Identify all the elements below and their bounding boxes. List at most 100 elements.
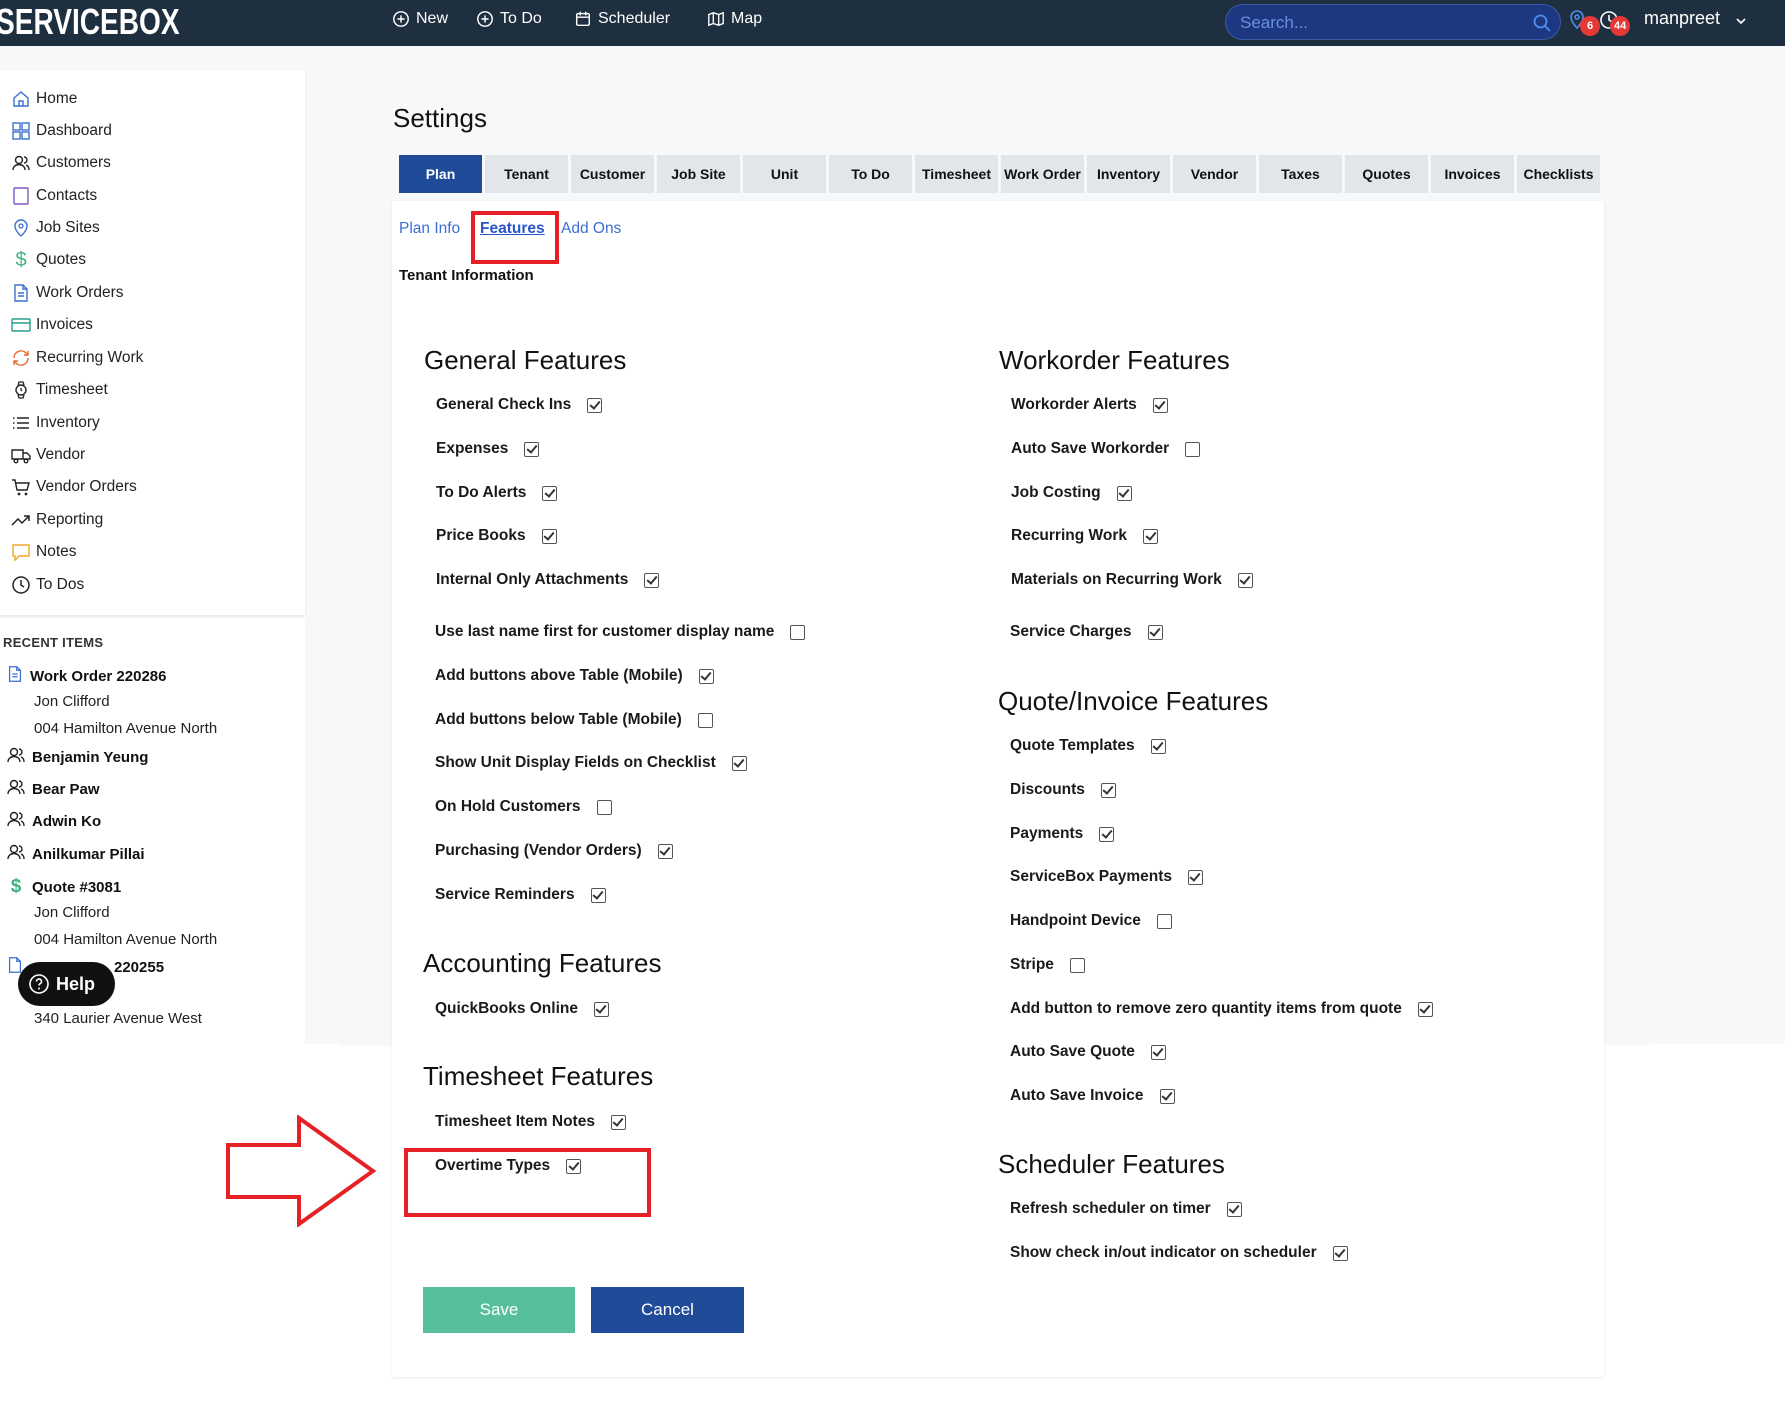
feature-checkbox[interactable] [1150, 738, 1166, 754]
tab-quotes[interactable]: Quotes [1345, 155, 1428, 193]
cancel-button[interactable]: Cancel [591, 1287, 744, 1333]
recent-item[interactable]: Benjamin Yeung [6, 745, 148, 769]
feature-checkbox[interactable] [1143, 528, 1158, 544]
question-circle-icon [29, 974, 49, 994]
tab-inventory[interactable]: Inventory [1087, 155, 1170, 193]
feature-checkbox[interactable] [1099, 826, 1115, 842]
tab-taxes[interactable]: Taxes [1259, 155, 1342, 193]
feature-label: Handpoint Device [1010, 912, 1141, 929]
feature-servicebox-payments: ServiceBox Payments [1010, 867, 1203, 887]
sidebar-item-vendor-orders[interactable]: Vendor Orders [10, 474, 137, 500]
sidebar-item-invoices[interactable]: Invoices [10, 312, 93, 338]
feature-service-reminders: Service Reminders [435, 885, 606, 905]
recent-item[interactable]: Anilkumar Pillai [6, 842, 145, 866]
recent-item-label: Anilkumar Pillai [32, 845, 145, 863]
feature-checkbox[interactable] [1159, 1088, 1175, 1104]
feature-auto-save-invoice: Auto Save Invoice [1010, 1086, 1175, 1106]
feature-checkbox[interactable] [1100, 782, 1116, 798]
feature-auto-save-quote: Auto Save Quote [1010, 1042, 1166, 1062]
sidebar-item-contacts[interactable]: Contacts [10, 183, 97, 209]
feature-label: Purchasing (Vendor Orders) [435, 842, 642, 859]
tab-timesheet[interactable]: Timesheet [915, 155, 998, 193]
todo-button[interactable]: To Do [476, 8, 542, 30]
feature-last-name-first: Use last name first for customer display… [435, 622, 806, 642]
help-button[interactable]: Help [18, 962, 115, 1006]
tab-vendor[interactable]: Vendor [1173, 155, 1256, 193]
feature-checkbox[interactable] [593, 1001, 609, 1017]
sidebar-item-dashboard[interactable]: Dashboard [10, 118, 112, 144]
sidebar-item-home[interactable]: Home [10, 86, 77, 112]
feature-checkbox[interactable] [541, 528, 557, 544]
search-input[interactable] [1240, 10, 1520, 36]
recent-item[interactable]: Adwin Ko [6, 809, 101, 833]
feature-checkbox[interactable] [790, 624, 806, 640]
sidebar-item-customers[interactable]: Customers [10, 150, 111, 176]
feature-checkbox[interactable] [1332, 1245, 1348, 1261]
feature-checkbox[interactable] [1147, 624, 1163, 640]
feature-auto-save-workorder: Auto Save Workorder [1011, 439, 1201, 459]
feature-checkbox[interactable] [698, 668, 714, 684]
feature-checkbox[interactable] [1185, 441, 1201, 457]
feature-checkbox[interactable] [731, 755, 747, 771]
tab-plan[interactable]: Plan [399, 155, 482, 193]
sidebar-item-timesheet[interactable]: Timesheet [10, 377, 108, 403]
feature-checkbox[interactable] [1150, 1044, 1166, 1060]
feature-checkbox[interactable] [644, 572, 660, 588]
feature-checkbox[interactable] [1069, 957, 1085, 973]
tab-job-site[interactable]: Job Site [657, 155, 740, 193]
feature-checkbox[interactable] [610, 1114, 626, 1130]
subtab-plan-info[interactable]: Plan Info [399, 220, 460, 238]
feature-checkbox[interactable] [657, 843, 673, 859]
feature-checkbox[interactable] [1152, 397, 1168, 413]
feature-checkbox[interactable] [1156, 913, 1172, 929]
feature-checkbox[interactable] [1116, 485, 1132, 501]
sidebar-item-label: Job Sites [36, 219, 100, 236]
tab-customer[interactable]: Customer [571, 155, 654, 193]
feature-checkbox[interactable] [590, 887, 606, 903]
sidebar-item-inventory[interactable]: Inventory [10, 410, 100, 436]
tab-checklists[interactable]: Checklists [1517, 155, 1600, 193]
feature-service-charges: Service Charges [1010, 622, 1163, 642]
search-icon[interactable] [1532, 13, 1552, 33]
recent-item[interactable]: Bear Paw [6, 777, 100, 801]
map-button[interactable]: Map [707, 8, 762, 30]
new-button[interactable]: New [392, 8, 448, 30]
tab-to-do[interactable]: To Do [829, 155, 912, 193]
sidebar-item-job-sites[interactable]: Job Sites [10, 215, 100, 241]
save-button[interactable]: Save [423, 1287, 575, 1333]
sidebar-item-quotes[interactable]: $ Quotes [10, 247, 86, 273]
scheduler-button[interactable]: Scheduler [574, 8, 670, 30]
tab-work-order[interactable]: Work Order [1001, 155, 1084, 193]
sidebar-item-vendor[interactable]: Vendor [10, 442, 85, 468]
recent-item[interactable]: $ Quote #3081 [6, 875, 122, 899]
brand-logo[interactable]: SERVICEBOX [0, 0, 180, 44]
sidebar-item-notes[interactable]: Notes [10, 539, 77, 565]
page-title: Settings [393, 103, 487, 133]
sidebar-item-reporting[interactable]: Reporting [10, 507, 103, 533]
feature-checkbox[interactable] [1187, 869, 1203, 885]
feature-checkbox[interactable] [542, 485, 558, 501]
customers-icon [6, 745, 26, 769]
user-menu[interactable]: manpreet [1644, 8, 1720, 29]
feature-checkbox[interactable] [1237, 572, 1253, 588]
trending-icon [10, 509, 32, 531]
tab-unit[interactable]: Unit [743, 155, 826, 193]
truck-icon [10, 444, 32, 466]
feature-quickbooks-online: QuickBooks Online [435, 999, 609, 1019]
feature-label: Workorder Alerts [1011, 396, 1137, 413]
feature-checkbox[interactable] [697, 712, 713, 728]
contacts-icon [10, 185, 32, 207]
feature-checkbox[interactable] [524, 441, 540, 457]
tab-invoices[interactable]: Invoices [1431, 155, 1514, 193]
recent-item[interactable]: Work Order 220286 [6, 664, 166, 688]
chevron-down-icon[interactable] [1734, 14, 1748, 28]
feature-checkbox[interactable] [1417, 1001, 1433, 1017]
feature-checkbox[interactable] [587, 397, 603, 413]
feature-checkbox[interactable] [596, 799, 612, 815]
sidebar-item-work-orders[interactable]: Work Orders [10, 280, 124, 306]
sidebar-item-to-dos[interactable]: To Dos [10, 572, 84, 598]
subtab-add-ons[interactable]: Add Ons [561, 220, 621, 238]
feature-checkbox[interactable] [1226, 1201, 1242, 1217]
tab-tenant[interactable]: Tenant [485, 155, 568, 193]
sidebar-item-recurring-work[interactable]: Recurring Work [10, 345, 143, 371]
